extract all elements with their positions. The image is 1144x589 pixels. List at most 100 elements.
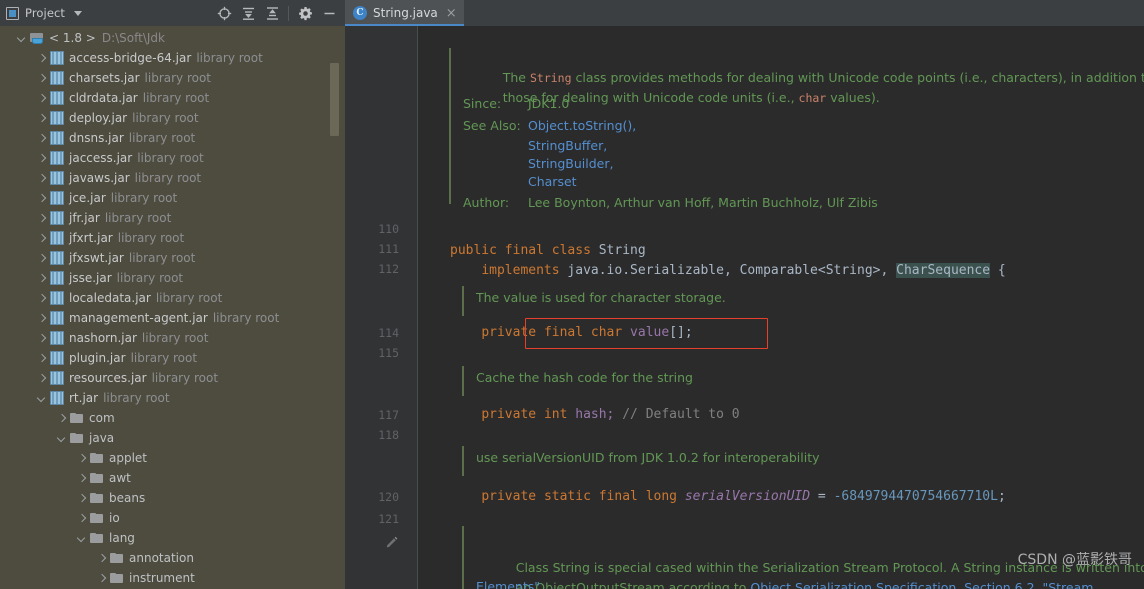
tree-node-jar[interactable]: charsets.jar library root — [0, 68, 345, 88]
chevron-right-icon[interactable] — [96, 553, 107, 564]
line-number: 112 — [378, 262, 399, 276]
jar-icon — [50, 211, 64, 225]
tree-node-jar[interactable]: dnsns.jar library root — [0, 128, 345, 148]
chevron-right-icon[interactable] — [56, 413, 67, 424]
editor-fold-column[interactable] — [407, 26, 418, 589]
tree-node-package[interactable]: awt — [0, 468, 345, 488]
editor-code-area[interactable]: The String class provides methods for de… — [418, 26, 1144, 589]
tab-label: String.java — [373, 6, 438, 20]
tree-node-jdk-root[interactable]: < 1.8 > D:\Soft\Jdk — [0, 28, 345, 48]
library-root-label: library root — [128, 131, 196, 145]
tree-node-jar[interactable]: jaccess.jar library root — [0, 148, 345, 168]
line-number: 118 — [378, 428, 399, 442]
tree-node-jar[interactable]: resources.jar library root — [0, 368, 345, 388]
chevron-right-icon[interactable] — [36, 233, 47, 244]
tree-node-package[interactable]: applet — [0, 448, 345, 468]
chevron-right-icon[interactable] — [36, 213, 47, 224]
tree-node-jar[interactable]: localedata.jar library root — [0, 288, 345, 308]
jar-icon — [50, 151, 64, 165]
chevron-right-icon[interactable] — [76, 453, 87, 464]
collapse-all-icon[interactable] — [260, 1, 284, 25]
chevron-right-icon[interactable] — [36, 313, 47, 324]
chevron-down-icon[interactable] — [76, 533, 87, 544]
tree-node-package[interactable]: java — [0, 428, 345, 448]
tree-node-jar[interactable]: cldrdata.jar library root — [0, 88, 345, 108]
chevron-right-icon[interactable] — [76, 513, 87, 524]
folder-icon — [70, 431, 84, 445]
library-root-label: library root — [137, 151, 204, 165]
folder-icon — [90, 451, 104, 465]
chevron-right-icon[interactable] — [36, 333, 47, 344]
jdk-path-label: D:\Soft\Jdk — [101, 31, 165, 45]
tab-string-java[interactable]: C String.java × — [345, 0, 464, 26]
javadoc-spec-link[interactable]: Object Serialization Specification, Sect… — [750, 580, 1093, 589]
tree-node-jar[interactable]: plugin.jar library root — [0, 348, 345, 368]
tree-node-jar[interactable]: jfr.jar library root — [0, 208, 345, 228]
javadoc-serial-line3[interactable]: Elements" — [476, 577, 540, 589]
chevron-down-icon[interactable] — [74, 10, 83, 16]
javadoc-hash-comment: Cache the hash code for the string — [476, 370, 693, 385]
settings-gear-icon[interactable] — [293, 1, 317, 25]
javadoc-seealso-link[interactable]: Object.toString(), — [528, 116, 636, 136]
chevron-right-icon[interactable] — [36, 253, 47, 264]
javadoc-bar — [462, 446, 464, 476]
chevron-right-icon[interactable] — [36, 373, 47, 384]
chevron-down-icon[interactable] — [16, 33, 27, 44]
tree-node-package[interactable]: instrument — [0, 568, 345, 588]
tree-node-jar[interactable]: management-agent.jar library root — [0, 308, 345, 328]
chevron-right-icon[interactable] — [36, 193, 47, 204]
project-tree: < 1.8 > D:\Soft\Jdk access-bridge-64.jar… — [0, 26, 345, 588]
chevron-right-icon[interactable] — [76, 473, 87, 484]
tree-node-jar[interactable]: jfxrt.jar library root — [0, 228, 345, 248]
javadoc-author-label: Author: — [463, 195, 510, 210]
expand-all-icon[interactable] — [236, 1, 260, 25]
code-line-117: private int hash; // Default to 0 — [450, 405, 739, 425]
chevron-right-icon[interactable] — [36, 73, 47, 84]
chevron-right-icon[interactable] — [36, 93, 47, 104]
tree-node-jar[interactable]: deploy.jar library root — [0, 108, 345, 128]
tree-node-jar[interactable]: jce.jar library root — [0, 188, 345, 208]
tree-node-package[interactable]: io — [0, 508, 345, 528]
package-name-label: awt — [109, 471, 131, 485]
chevron-right-icon[interactable] — [36, 353, 47, 364]
code-editor[interactable]: 110 111 112 114 115 117 118 120 121 122 — [345, 26, 1144, 589]
locate-icon[interactable] — [212, 1, 236, 25]
jar-icon — [50, 171, 64, 185]
jdk-version-label: < 1.8 > — [49, 31, 96, 45]
tree-node-package[interactable]: com — [0, 408, 345, 428]
tree-node-jar[interactable]: rt.jar library root — [0, 388, 345, 408]
chevron-right-icon[interactable] — [36, 273, 47, 284]
chevron-down-icon[interactable] — [36, 393, 47, 404]
chevron-down-icon[interactable] — [56, 433, 67, 444]
tree-node-package[interactable]: annotation — [0, 548, 345, 568]
tree-node-jar[interactable]: javaws.jar library root — [0, 168, 345, 188]
tree-node-jar[interactable]: nashorn.jar library root — [0, 328, 345, 348]
chevron-right-icon[interactable] — [76, 493, 87, 504]
sidebar-scrollbar-thumb[interactable] — [330, 63, 339, 136]
chevron-right-icon[interactable] — [36, 293, 47, 304]
close-icon[interactable]: × — [446, 7, 457, 20]
javadoc-seealso-link[interactable]: Charset — [528, 172, 577, 192]
tree-node-jar[interactable]: jsse.jar library root — [0, 268, 345, 288]
project-tree-panel[interactable]: < 1.8 > D:\Soft\Jdk access-bridge-64.jar… — [0, 26, 345, 589]
chevron-right-icon[interactable] — [36, 113, 47, 124]
tree-node-jar[interactable]: jfxswt.jar library root — [0, 248, 345, 268]
library-root-label: library root — [144, 71, 212, 85]
editor-gutter[interactable]: 110 111 112 114 115 117 118 120 121 122 — [345, 26, 407, 589]
tree-node-jar[interactable]: access-bridge-64.jar library root — [0, 48, 345, 68]
hide-panel-icon[interactable] — [317, 1, 341, 25]
chevron-right-icon[interactable] — [36, 153, 47, 164]
pencil-icon[interactable] — [385, 534, 399, 548]
tree-node-package[interactable]: beans — [0, 488, 345, 508]
jar-icon — [50, 111, 64, 125]
javadoc-bar — [449, 48, 451, 204]
tree-node-package[interactable]: lang — [0, 528, 345, 548]
chevron-right-icon[interactable] — [36, 173, 47, 184]
javadoc-seealso-link[interactable]: StringBuilder, — [528, 154, 614, 174]
chevron-right-icon[interactable] — [96, 573, 107, 584]
javadoc-since-value: JDK1.0 — [528, 96, 570, 111]
chevron-right-icon[interactable] — [36, 133, 47, 144]
folder-icon — [90, 471, 104, 485]
chevron-right-icon[interactable] — [36, 53, 47, 64]
javadoc-seealso-link[interactable]: StringBuffer, — [528, 136, 607, 156]
